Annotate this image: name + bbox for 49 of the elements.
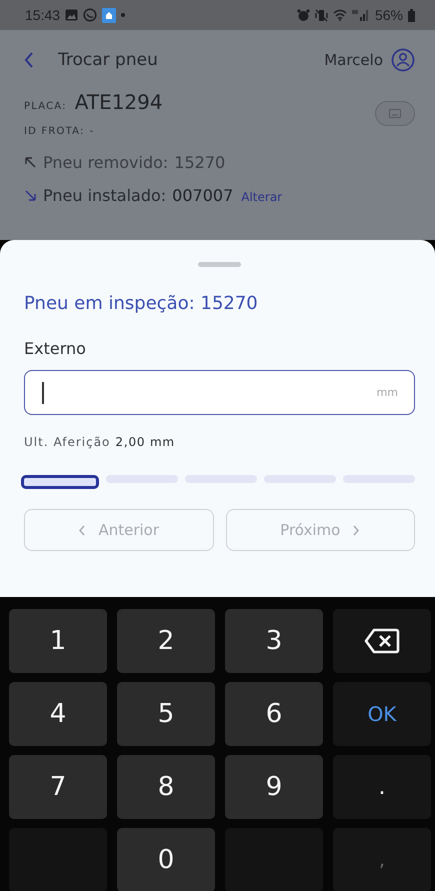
image-icon (65, 9, 78, 21)
app-icon (102, 8, 116, 22)
tire-number: 007007 (172, 186, 234, 205)
page-title: Trocar pneu (58, 50, 158, 70)
key[interactable]: 0 (117, 828, 215, 891)
vibrate-mute-icon (314, 8, 328, 22)
user-name: Marcelo (324, 51, 383, 69)
key[interactable]: 7 (9, 755, 107, 819)
key[interactable]: 6 (225, 682, 323, 746)
last-measure-value: 2,00 mm (115, 435, 175, 449)
wifi-icon (332, 9, 347, 21)
key[interactable]: 3 (225, 609, 323, 673)
key[interactable]: 4 (9, 682, 107, 746)
signal-icon (352, 9, 370, 21)
sheet-title: Pneu em inspeção: 15270 (24, 293, 259, 314)
tire-label: Pneu instalado: (43, 186, 166, 205)
backspace-icon (364, 628, 400, 654)
tire-label: Pneu removido: (43, 153, 168, 172)
user-icon[interactable] (391, 48, 415, 72)
dot-icon (121, 13, 126, 17)
ok-key[interactable]: OK (333, 682, 431, 746)
chevron-icon (352, 524, 360, 536)
fleet-label: ID FROTA: (24, 126, 85, 137)
alarm-icon (296, 8, 310, 22)
battery-percentage: 56% (374, 7, 403, 23)
field-label: Externo (24, 339, 87, 358)
plate-label: PLACA: (24, 101, 67, 112)
status-time: 15:43 (25, 7, 60, 23)
key[interactable]: 2 (117, 609, 215, 673)
unit-label: mm (376, 386, 398, 399)
tire-number: 15270 (174, 153, 226, 172)
key[interactable]: 8 (117, 755, 215, 819)
fleet-value: - (90, 126, 94, 137)
key[interactable]: 9 (225, 755, 323, 819)
key[interactable]: 5 (117, 682, 215, 746)
back-icon[interactable] (24, 52, 34, 68)
keyboard-icon (389, 109, 401, 118)
keyboard-toggle-button[interactable] (375, 101, 415, 126)
last-measure-label: Ult. Aferição (24, 435, 110, 449)
arrow-down-right-icon (24, 189, 37, 202)
plate-number: ATE1294 (74, 90, 163, 114)
drag-handle[interactable] (198, 262, 241, 267)
key[interactable]: 1 (9, 609, 107, 673)
chevron-icon (78, 524, 86, 536)
key[interactable]: . (333, 755, 431, 819)
arrow-up-left-icon (24, 156, 37, 169)
battery-icon (408, 8, 415, 22)
backspace-key[interactable] (333, 609, 431, 673)
chat-bubble-icon (83, 8, 98, 22)
